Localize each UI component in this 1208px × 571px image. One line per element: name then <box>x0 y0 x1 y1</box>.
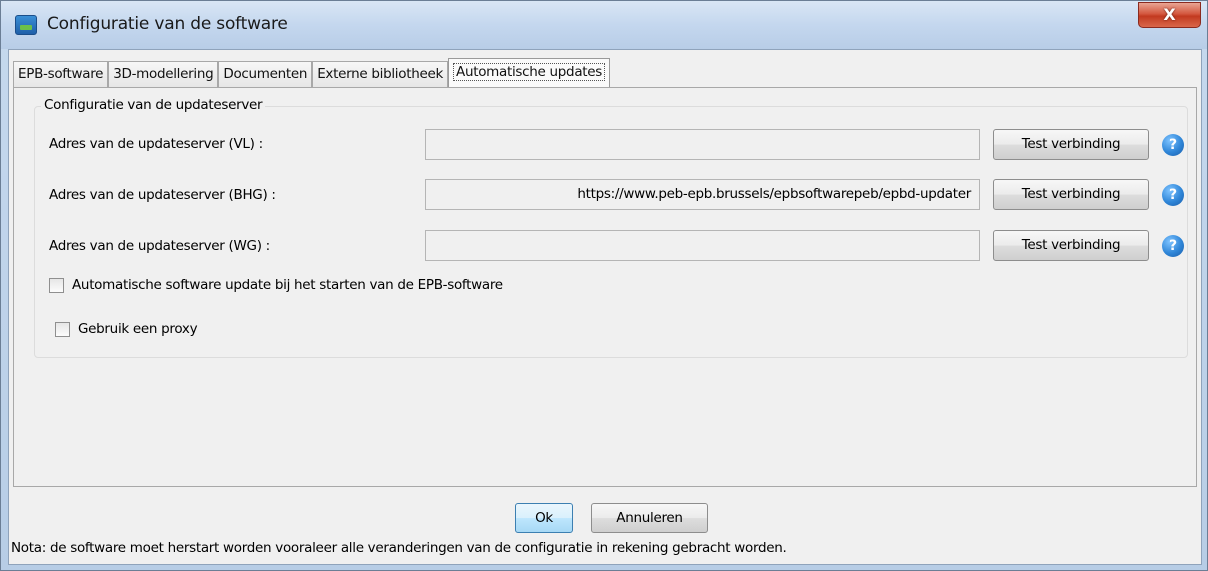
updateserver-group: Configuratie van de updateserver Adres v… <box>34 97 1188 358</box>
app-icon <box>15 15 37 35</box>
window-title: Configuratie van de software <box>47 14 288 34</box>
cancel-button[interactable]: Annuleren <box>591 503 708 533</box>
tab-automatische-updates[interactable]: Automatische updates <box>448 58 611 88</box>
auto-update-checkbox[interactable] <box>49 277 64 293</box>
tab-label: Externe bibliotheek <box>317 66 444 82</box>
tab-label: Documenten <box>223 66 308 82</box>
dialog-body: EPB-software 3D-modellering Documenten E… <box>8 49 1202 565</box>
proxy-checkbox-label: Gebruik een proxy <box>78 321 198 337</box>
help-icon[interactable]: ? <box>1162 184 1184 206</box>
dialog-window: Configuratie van de software X EPB-softw… <box>0 0 1208 571</box>
group-title: Configuratie van de updateserver <box>41 97 266 113</box>
tab-label: 3D-modellering <box>113 66 214 82</box>
label-updateserver-wg: Adres van de updateserver (WG) : <box>49 238 270 254</box>
label-updateserver-vl: Adres van de updateserver (VL) : <box>49 136 263 152</box>
tab-epb-software[interactable]: EPB-software <box>13 61 109 87</box>
input-updateserver-vl[interactable] <box>425 129 980 160</box>
tab-bar: EPB-software 3D-modellering Documenten E… <box>13 58 611 88</box>
restart-note: Nota: de software moet herstart worden v… <box>11 540 787 556</box>
auto-update-checkbox-label: Automatische software update bij het sta… <box>72 277 503 293</box>
tab-label: EPB-software <box>18 66 104 82</box>
auto-update-checkbox-row[interactable]: Automatische software update bij het sta… <box>49 277 503 293</box>
close-icon: X <box>1163 5 1176 24</box>
tab-panel-automatische-updates: Configuratie van de updateserver Adres v… <box>13 87 1197 487</box>
tab-documenten[interactable]: Documenten <box>218 61 313 87</box>
ok-button[interactable]: Ok <box>515 503 573 533</box>
proxy-checkbox[interactable] <box>55 321 70 337</box>
test-verbinding-bhg-button[interactable]: Test verbinding <box>993 179 1149 210</box>
input-updateserver-wg[interactable] <box>425 230 980 261</box>
test-verbinding-wg-button[interactable]: Test verbinding <box>993 230 1149 261</box>
input-updateserver-bhg[interactable]: https://www.peb-epb.brussels/epbsoftware… <box>425 179 980 210</box>
tab-3d-modellering[interactable]: 3D-modellering <box>108 61 219 87</box>
test-verbinding-vl-button[interactable]: Test verbinding <box>993 129 1149 160</box>
close-button[interactable]: X <box>1138 2 1201 28</box>
proxy-checkbox-row[interactable]: Gebruik een proxy <box>55 321 198 337</box>
tab-externe-bibliotheek[interactable]: Externe bibliotheek <box>312 61 449 87</box>
help-icon[interactable]: ? <box>1162 134 1184 156</box>
title-bar[interactable]: Configuratie van de software X <box>1 1 1207 49</box>
help-icon[interactable]: ? <box>1162 235 1184 257</box>
tab-label: Automatische updates <box>453 63 606 81</box>
label-updateserver-bhg: Adres van de updateserver (BHG) : <box>49 187 276 203</box>
